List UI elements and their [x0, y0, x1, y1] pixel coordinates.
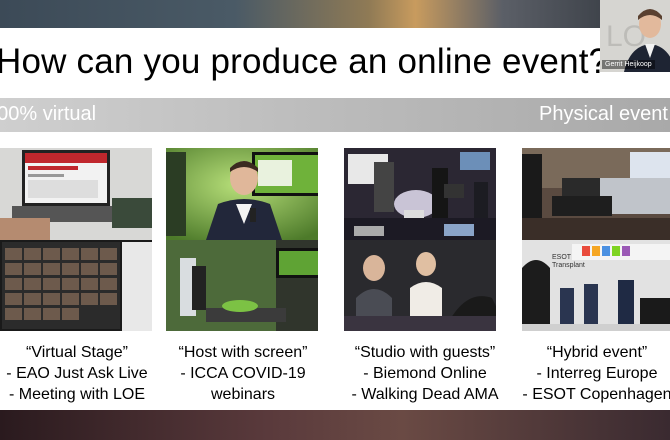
- caption-line: - Interreg Europe: [536, 365, 658, 382]
- caption-hybrid-event: “Hybrid event” - Interreg Europe - ESOT …: [512, 342, 670, 405]
- caption-line: - Walking Dead AMA: [351, 386, 499, 403]
- caption-host-with-screen: “Host with screen” - ICCA COVID-19 webin…: [158, 342, 328, 405]
- caption-line: - Meeting with LOE: [8, 386, 146, 403]
- participant-video-tile[interactable]: LO Gerrit Heijkoop: [600, 0, 670, 72]
- host-with-screen-photo: [166, 148, 318, 331]
- scale-left-label: 100% virtual: [0, 103, 97, 125]
- photo-host-with-screen: [166, 148, 318, 331]
- caption-heading: “Host with screen”: [178, 344, 308, 361]
- caption-line: - EAO Just Ask Live: [6, 365, 148, 382]
- caption-heading: “Studio with guests”: [354, 344, 496, 361]
- shared-slide: How can you produce an online event? 100…: [0, 28, 670, 410]
- participant-name: Gerrit Heijkoop: [602, 60, 655, 69]
- photo-studio-with-guests: [344, 148, 496, 331]
- virtual-stage-photo: [0, 148, 152, 331]
- caption-line: - Biemond Online: [363, 365, 487, 382]
- photo-hybrid-event: ESOT Transplant: [522, 148, 670, 331]
- virtual-physical-scale-bar: 100% virtual Physical event: [0, 98, 670, 132]
- caption-line: - ICCA COVID-19: [180, 365, 306, 382]
- studio-with-guests-photo: [344, 148, 496, 331]
- caption-virtual-stage: “Virtual Stage” - EAO Just Ask Live - Me…: [0, 342, 162, 405]
- caption-line: - ESOT Copenhagen: [522, 386, 670, 403]
- hybrid-event-photo: [522, 148, 670, 331]
- background-strip-top: [0, 0, 670, 28]
- esot-transplant-sign: ESOT Transplant: [552, 254, 585, 269]
- caption-heading: “Virtual Stage”: [26, 344, 128, 361]
- caption-line: webinars: [210, 386, 276, 403]
- photo-virtual-stage: [0, 148, 152, 331]
- background-strip-bottom: [0, 410, 670, 440]
- scale-right-label: Physical event: [539, 103, 668, 125]
- slide-title: How can you produce an online event?: [0, 42, 609, 81]
- caption-studio-with-guests: “Studio with guests” - Biemond Online - …: [340, 342, 510, 405]
- caption-heading: “Hybrid event”: [546, 344, 648, 361]
